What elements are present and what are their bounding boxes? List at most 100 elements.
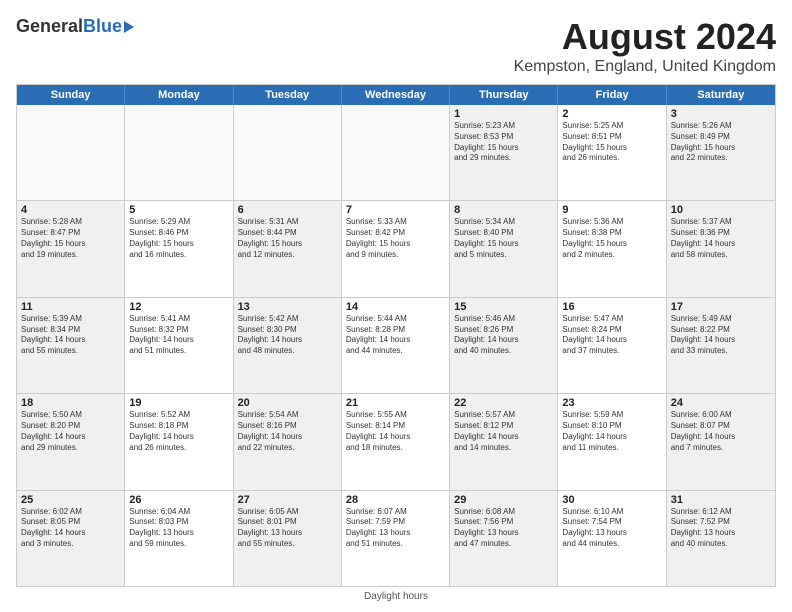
header-day-saturday: Saturday xyxy=(667,85,775,105)
header-day-friday: Friday xyxy=(558,85,666,105)
day-cell-13: 13Sunrise: 5:42 AM Sunset: 8:30 PM Dayli… xyxy=(234,298,342,393)
day-cell-31: 31Sunrise: 6:12 AM Sunset: 7:52 PM Dayli… xyxy=(667,491,775,586)
day-number: 12 xyxy=(129,301,228,313)
day-cell-4: 4Sunrise: 5:28 AM Sunset: 8:47 PM Daylig… xyxy=(17,201,125,296)
day-number: 10 xyxy=(671,204,771,216)
day-info: Sunrise: 5:59 AM Sunset: 8:10 PM Dayligh… xyxy=(562,410,661,453)
day-info: Sunrise: 5:39 AM Sunset: 8:34 PM Dayligh… xyxy=(21,314,120,357)
day-info: Sunrise: 5:31 AM Sunset: 8:44 PM Dayligh… xyxy=(238,217,337,260)
day-number: 11 xyxy=(21,301,120,313)
week-row-3: 11Sunrise: 5:39 AM Sunset: 8:34 PM Dayli… xyxy=(17,297,775,393)
day-info: Sunrise: 6:10 AM Sunset: 7:54 PM Dayligh… xyxy=(562,507,661,550)
logo: General Blue xyxy=(16,16,134,37)
logo-arrow-icon xyxy=(124,21,134,33)
day-cell-30: 30Sunrise: 6:10 AM Sunset: 7:54 PM Dayli… xyxy=(558,491,666,586)
day-number: 31 xyxy=(671,494,771,506)
day-info: Sunrise: 6:12 AM Sunset: 7:52 PM Dayligh… xyxy=(671,507,771,550)
header-day-wednesday: Wednesday xyxy=(342,85,450,105)
day-info: Sunrise: 5:34 AM Sunset: 8:40 PM Dayligh… xyxy=(454,217,553,260)
day-cell-29: 29Sunrise: 6:08 AM Sunset: 7:56 PM Dayli… xyxy=(450,491,558,586)
day-number: 30 xyxy=(562,494,661,506)
day-cell-28: 28Sunrise: 6:07 AM Sunset: 7:59 PM Dayli… xyxy=(342,491,450,586)
day-info: Sunrise: 6:08 AM Sunset: 7:56 PM Dayligh… xyxy=(454,507,553,550)
day-cell-24: 24Sunrise: 6:00 AM Sunset: 8:07 PM Dayli… xyxy=(667,394,775,489)
day-cell-19: 19Sunrise: 5:52 AM Sunset: 8:18 PM Dayli… xyxy=(125,394,233,489)
title-block: August 2024 Kempston, England, United Ki… xyxy=(514,16,776,76)
day-number: 21 xyxy=(346,397,445,409)
day-info: Sunrise: 5:42 AM Sunset: 8:30 PM Dayligh… xyxy=(238,314,337,357)
day-number: 6 xyxy=(238,204,337,216)
day-info: Sunrise: 5:57 AM Sunset: 8:12 PM Dayligh… xyxy=(454,410,553,453)
day-info: Sunrise: 6:05 AM Sunset: 8:01 PM Dayligh… xyxy=(238,507,337,550)
day-info: Sunrise: 5:54 AM Sunset: 8:16 PM Dayligh… xyxy=(238,410,337,453)
day-cell-7: 7Sunrise: 5:33 AM Sunset: 8:42 PM Daylig… xyxy=(342,201,450,296)
day-cell-14: 14Sunrise: 5:44 AM Sunset: 8:28 PM Dayli… xyxy=(342,298,450,393)
header-day-tuesday: Tuesday xyxy=(234,85,342,105)
day-info: Sunrise: 6:00 AM Sunset: 8:07 PM Dayligh… xyxy=(671,410,771,453)
day-info: Sunrise: 5:46 AM Sunset: 8:26 PM Dayligh… xyxy=(454,314,553,357)
day-cell-21: 21Sunrise: 5:55 AM Sunset: 8:14 PM Dayli… xyxy=(342,394,450,489)
day-cell-3: 3Sunrise: 5:26 AM Sunset: 8:49 PM Daylig… xyxy=(667,105,775,200)
day-info: Sunrise: 5:50 AM Sunset: 8:20 PM Dayligh… xyxy=(21,410,120,453)
calendar-body: 1Sunrise: 5:23 AM Sunset: 8:53 PM Daylig… xyxy=(17,105,775,586)
day-info: Sunrise: 5:37 AM Sunset: 8:36 PM Dayligh… xyxy=(671,217,771,260)
day-cell-18: 18Sunrise: 5:50 AM Sunset: 8:20 PM Dayli… xyxy=(17,394,125,489)
day-cell-25: 25Sunrise: 6:02 AM Sunset: 8:05 PM Dayli… xyxy=(17,491,125,586)
day-number: 1 xyxy=(454,108,553,120)
page: General Blue August 2024 Kempston, Engla… xyxy=(0,0,792,612)
day-cell-2: 2Sunrise: 5:25 AM Sunset: 8:51 PM Daylig… xyxy=(558,105,666,200)
day-cell-27: 27Sunrise: 6:05 AM Sunset: 8:01 PM Dayli… xyxy=(234,491,342,586)
day-info: Sunrise: 5:49 AM Sunset: 8:22 PM Dayligh… xyxy=(671,314,771,357)
day-info: Sunrise: 5:44 AM Sunset: 8:28 PM Dayligh… xyxy=(346,314,445,357)
day-number: 19 xyxy=(129,397,228,409)
week-row-5: 25Sunrise: 6:02 AM Sunset: 8:05 PM Dayli… xyxy=(17,490,775,586)
day-number: 29 xyxy=(454,494,553,506)
day-number: 4 xyxy=(21,204,120,216)
footer-note: Daylight hours xyxy=(16,591,776,602)
day-cell-11: 11Sunrise: 5:39 AM Sunset: 8:34 PM Dayli… xyxy=(17,298,125,393)
day-number: 25 xyxy=(21,494,120,506)
day-cell-6: 6Sunrise: 5:31 AM Sunset: 8:44 PM Daylig… xyxy=(234,201,342,296)
empty-cell xyxy=(342,105,450,200)
day-number: 28 xyxy=(346,494,445,506)
header-day-monday: Monday xyxy=(125,85,233,105)
day-number: 8 xyxy=(454,204,553,216)
calendar-header-row: SundayMondayTuesdayWednesdayThursdayFrid… xyxy=(17,85,775,105)
day-info: Sunrise: 5:47 AM Sunset: 8:24 PM Dayligh… xyxy=(562,314,661,357)
day-number: 3 xyxy=(671,108,771,120)
header: General Blue August 2024 Kempston, Engla… xyxy=(16,16,776,76)
day-number: 9 xyxy=(562,204,661,216)
day-cell-17: 17Sunrise: 5:49 AM Sunset: 8:22 PM Dayli… xyxy=(667,298,775,393)
day-info: Sunrise: 5:25 AM Sunset: 8:51 PM Dayligh… xyxy=(562,121,661,164)
calendar: SundayMondayTuesdayWednesdayThursdayFrid… xyxy=(16,84,776,587)
day-number: 18 xyxy=(21,397,120,409)
day-number: 13 xyxy=(238,301,337,313)
day-info: Sunrise: 5:29 AM Sunset: 8:46 PM Dayligh… xyxy=(129,217,228,260)
main-title: August 2024 xyxy=(514,16,776,58)
day-cell-26: 26Sunrise: 6:04 AM Sunset: 8:03 PM Dayli… xyxy=(125,491,233,586)
logo-general-text: General xyxy=(16,16,83,37)
empty-cell xyxy=(17,105,125,200)
day-info: Sunrise: 5:28 AM Sunset: 8:47 PM Dayligh… xyxy=(21,217,120,260)
day-number: 22 xyxy=(454,397,553,409)
header-day-thursday: Thursday xyxy=(450,85,558,105)
day-number: 24 xyxy=(671,397,771,409)
day-info: Sunrise: 5:26 AM Sunset: 8:49 PM Dayligh… xyxy=(671,121,771,164)
day-cell-10: 10Sunrise: 5:37 AM Sunset: 8:36 PM Dayli… xyxy=(667,201,775,296)
subtitle: Kempston, England, United Kingdom xyxy=(514,58,776,76)
day-cell-22: 22Sunrise: 5:57 AM Sunset: 8:12 PM Dayli… xyxy=(450,394,558,489)
week-row-1: 1Sunrise: 5:23 AM Sunset: 8:53 PM Daylig… xyxy=(17,105,775,200)
day-cell-9: 9Sunrise: 5:36 AM Sunset: 8:38 PM Daylig… xyxy=(558,201,666,296)
day-number: 5 xyxy=(129,204,228,216)
day-info: Sunrise: 6:02 AM Sunset: 8:05 PM Dayligh… xyxy=(21,507,120,550)
day-number: 23 xyxy=(562,397,661,409)
week-row-4: 18Sunrise: 5:50 AM Sunset: 8:20 PM Dayli… xyxy=(17,393,775,489)
day-info: Sunrise: 6:07 AM Sunset: 7:59 PM Dayligh… xyxy=(346,507,445,550)
day-cell-1: 1Sunrise: 5:23 AM Sunset: 8:53 PM Daylig… xyxy=(450,105,558,200)
day-number: 7 xyxy=(346,204,445,216)
day-number: 27 xyxy=(238,494,337,506)
day-cell-20: 20Sunrise: 5:54 AM Sunset: 8:16 PM Dayli… xyxy=(234,394,342,489)
day-cell-15: 15Sunrise: 5:46 AM Sunset: 8:26 PM Dayli… xyxy=(450,298,558,393)
day-number: 15 xyxy=(454,301,553,313)
day-info: Sunrise: 5:33 AM Sunset: 8:42 PM Dayligh… xyxy=(346,217,445,260)
